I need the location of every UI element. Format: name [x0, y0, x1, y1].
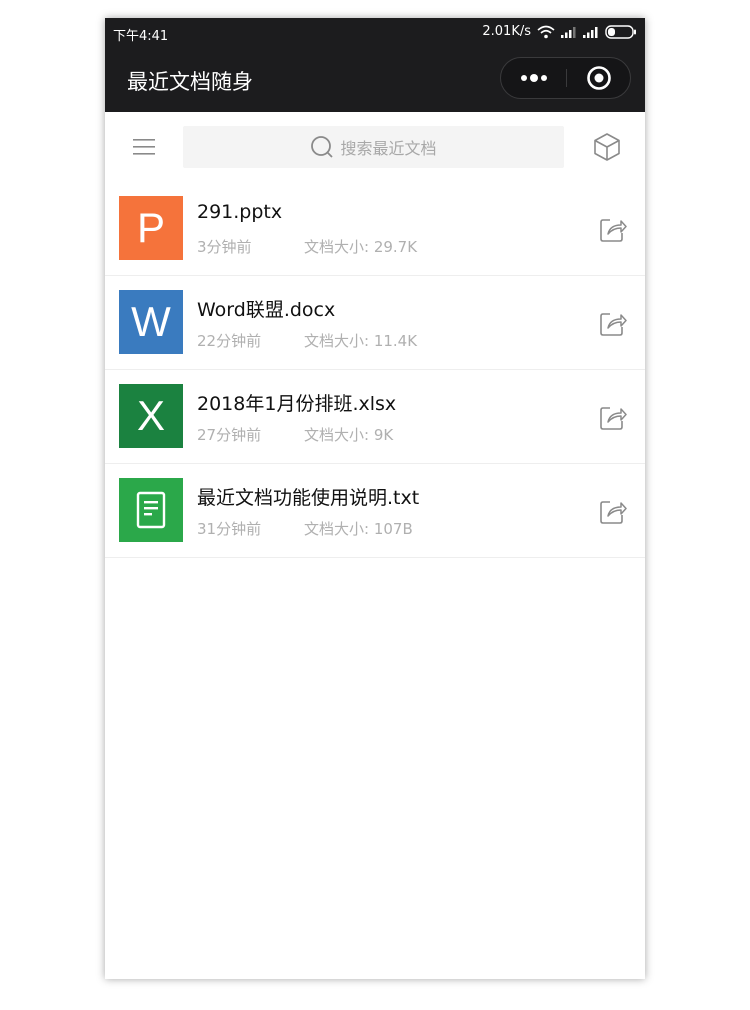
close-button[interactable]	[567, 58, 631, 98]
file-time: 27分钟前	[197, 426, 262, 444]
word-icon: W	[119, 290, 183, 354]
more-icon	[520, 74, 547, 82]
cube-icon[interactable]	[592, 132, 622, 162]
file-name: 最近文档功能使用说明.txt	[197, 487, 420, 509]
search-row: 搜索最近文档	[105, 112, 645, 182]
signal-icon	[583, 26, 598, 38]
text-file-icon	[119, 478, 183, 542]
share-icon[interactable]	[599, 215, 627, 243]
document-list: P 291.pptx 3分钟前 文档大小: 29.7K W Word联盟.docx…	[105, 182, 645, 558]
phone-screen: 下午4:41 2.01K/s 最近文档随身 搜索最近文档 P 291.pptx …	[105, 18, 645, 979]
file-size: 文档大小: 9K	[304, 426, 394, 444]
nav-bar: 最近文档随身	[105, 48, 645, 112]
signal-icon	[561, 26, 576, 38]
list-item[interactable]: 最近文档功能使用说明.txt 31分钟前 文档大小: 107B	[105, 464, 645, 558]
file-time: 31分钟前	[197, 520, 262, 538]
file-meta: 31分钟前 文档大小: 107B	[197, 518, 413, 539]
file-size: 文档大小: 107B	[304, 520, 413, 538]
file-size: 文档大小: 29.7K	[304, 238, 418, 256]
battery-icon	[605, 24, 636, 39]
file-time: 3分钟前	[197, 238, 252, 256]
more-button[interactable]	[501, 58, 566, 98]
file-name: 291.pptx	[197, 201, 283, 223]
list-item[interactable]: X 2018年1月份排班.xlsx 27分钟前 文档大小: 9K	[105, 370, 645, 464]
status-indicators: 2.01K/s	[482, 24, 637, 39]
file-meta: 22分钟前 文档大小: 11.4K	[197, 330, 417, 351]
file-type-letter: P	[136, 204, 165, 251]
file-time: 22分钟前	[197, 332, 262, 350]
share-icon[interactable]	[599, 403, 627, 431]
search-placeholder: 搜索最近文档	[340, 139, 437, 158]
file-size: 文档大小: 11.4K	[304, 332, 418, 350]
search-icon	[311, 136, 334, 158]
list-item[interactable]: P 291.pptx 3分钟前 文档大小: 29.7K	[105, 182, 645, 276]
file-meta: 27分钟前 文档大小: 9K	[197, 424, 393, 445]
status-bar: 下午4:41 2.01K/s	[105, 18, 645, 48]
file-meta: 3分钟前 文档大小: 29.7K	[197, 236, 417, 257]
status-time: 下午4:41	[113, 29, 169, 44]
mini-program-capsule	[500, 57, 631, 99]
file-name: Word联盟.docx	[197, 299, 336, 321]
close-target-icon	[587, 66, 611, 90]
excel-icon: X	[119, 384, 183, 448]
document-glyph-icon	[136, 491, 166, 529]
network-speed: 2.01K/s	[482, 24, 531, 39]
wifi-icon	[537, 25, 555, 38]
file-name: 2018年1月份排班.xlsx	[197, 393, 397, 415]
file-type-letter: X	[136, 392, 165, 439]
file-type-letter: W	[131, 298, 171, 345]
share-icon[interactable]	[599, 497, 627, 525]
menu-icon[interactable]	[133, 138, 155, 156]
search-input[interactable]: 搜索最近文档	[183, 126, 564, 168]
list-item[interactable]: W Word联盟.docx 22分钟前 文档大小: 11.4K	[105, 276, 645, 370]
share-icon[interactable]	[599, 309, 627, 337]
page-title: 最近文档随身	[127, 70, 253, 94]
powerpoint-icon: P	[119, 196, 183, 260]
